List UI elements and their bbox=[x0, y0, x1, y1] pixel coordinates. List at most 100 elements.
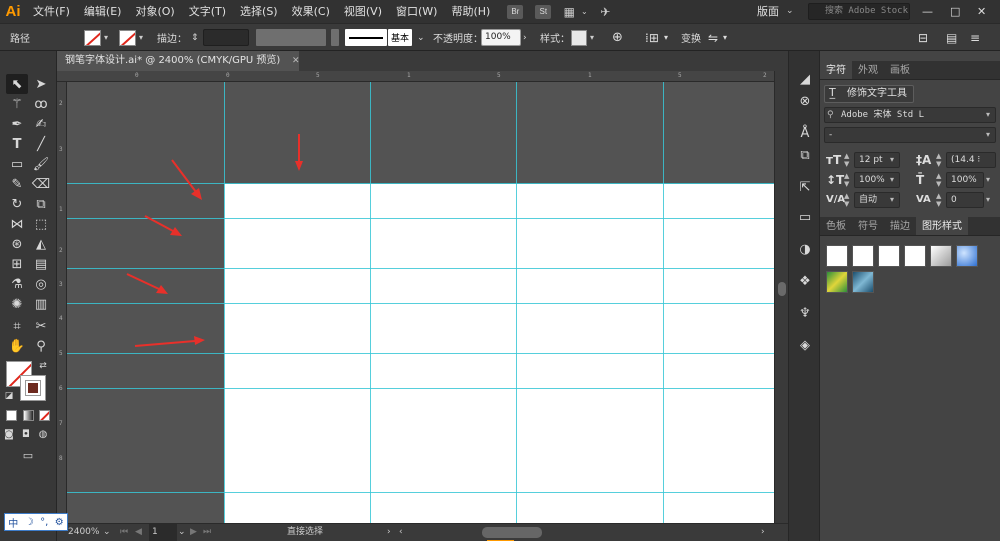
touch-type-tool-button[interactable]: 修饰文字工具 bbox=[824, 85, 914, 103]
stroke-weight-stepper-icon[interactable]: ⇕ bbox=[191, 24, 199, 51]
brushes-icon[interactable]: ♆ bbox=[795, 303, 815, 323]
first-artboard-icon[interactable]: ⏮ bbox=[120, 524, 128, 541]
hand-tool-icon[interactable]: ✋ bbox=[6, 336, 28, 356]
blend-tool-icon[interactable]: ◎ bbox=[30, 274, 52, 294]
graphic-style-green-pattern[interactable] bbox=[826, 271, 848, 293]
graphic-style-stroke[interactable] bbox=[852, 245, 874, 267]
swap-fill-stroke-icon[interactable]: ⇄ bbox=[36, 359, 50, 373]
tab-graphic-styles[interactable]: 图形样式 bbox=[916, 217, 968, 235]
magic-wand-tool-icon[interactable]: ⚚ bbox=[6, 94, 28, 114]
transform-link[interactable]: 变换 bbox=[681, 24, 701, 51]
previous-artboard-icon[interactable]: ◀ bbox=[135, 524, 142, 541]
graphic-style-gray-gradient[interactable] bbox=[930, 245, 952, 267]
artboard-tool-icon[interactable]: ⌗ bbox=[6, 316, 28, 336]
next-artboard-icon[interactable]: ▶ bbox=[190, 524, 197, 541]
leading-stepper[interactable]: ▲ ▼ bbox=[936, 152, 941, 168]
last-artboard-icon[interactable]: ⏭ bbox=[203, 524, 211, 541]
chevron-right-icon[interactable]: › bbox=[387, 524, 391, 541]
appearance-icon[interactable]: ❖ bbox=[795, 271, 815, 291]
font-family-field[interactable]: Adobe 宋体 Std L bbox=[824, 107, 996, 123]
none-mode-icon[interactable] bbox=[39, 410, 50, 421]
column-graph-tool-icon[interactable]: ▥ bbox=[30, 294, 52, 314]
graphic-style-none[interactable] bbox=[904, 245, 926, 267]
rotate-tool-icon[interactable]: ↻ bbox=[6, 194, 28, 214]
transparency-icon[interactable]: ◑ bbox=[795, 239, 815, 259]
chevron-down-icon[interactable]: ⌄ bbox=[579, 0, 589, 23]
chevron-down-icon[interactable]: ▾ bbox=[890, 192, 894, 208]
chevron-down-icon[interactable]: ▾ bbox=[986, 107, 990, 123]
horizontal-scrollbar-thumb[interactable] bbox=[482, 527, 542, 538]
close-icon[interactable]: ✕ bbox=[292, 51, 300, 71]
document-canvas[interactable] bbox=[67, 82, 774, 523]
tab-character[interactable]: 字符 bbox=[820, 61, 852, 79]
layers-icon[interactable]: ◈ bbox=[795, 335, 815, 355]
stroke-color-box[interactable] bbox=[20, 375, 46, 401]
bridge-button[interactable]: Br bbox=[507, 4, 524, 19]
gradient-panel-icon[interactable]: ▭ bbox=[795, 207, 815, 227]
mesh-tool-icon[interactable]: ⊞ bbox=[6, 254, 28, 274]
color-picker-icon[interactable]: ⊗ bbox=[795, 91, 815, 111]
pen-tool-icon[interactable]: ✒ bbox=[6, 114, 28, 134]
horizontal-scale-stepper[interactable]: ▲ ▼ bbox=[936, 172, 941, 188]
color-mode-icon[interactable] bbox=[6, 410, 17, 421]
menu-type[interactable]: 文字(T) bbox=[182, 0, 233, 23]
workspace-switcher[interactable]: 版面 bbox=[757, 0, 779, 23]
horizontal-scale-field[interactable]: 100% bbox=[946, 172, 984, 188]
brush-definition-label[interactable]: 基本 bbox=[388, 29, 413, 46]
font-style-field[interactable]: - bbox=[824, 127, 996, 143]
tracking-stepper[interactable]: ▲ ▼ bbox=[936, 192, 941, 208]
maximize-button[interactable]: □ bbox=[950, 0, 960, 23]
lasso-tool-icon[interactable]: ꝏ bbox=[30, 94, 52, 114]
links-icon[interactable]: ⧉ bbox=[795, 145, 815, 165]
shape-builder-tool-icon[interactable]: ⊛ bbox=[6, 234, 28, 254]
chevron-right-icon[interactable]: › bbox=[523, 24, 527, 51]
panel-options-icon[interactable]: ▤ bbox=[946, 24, 957, 51]
chevron-down-icon[interactable]: ▾ bbox=[890, 172, 894, 188]
stock-search-input[interactable]: 搜索 Adobe Stock bbox=[808, 3, 910, 20]
draw-behind-icon[interactable]: ◘ bbox=[19, 427, 33, 441]
zoom-tool-icon[interactable]: ⚲ bbox=[30, 336, 52, 356]
shaper-tool-icon[interactable]: ✎ bbox=[6, 174, 28, 194]
paintbrush-tool-icon[interactable]: 🖌 bbox=[30, 154, 52, 174]
vertical-scrollbar[interactable] bbox=[774, 71, 788, 523]
tracking-field[interactable]: 0 bbox=[946, 192, 984, 208]
chevron-down-icon[interactable]: ⌄ bbox=[417, 24, 425, 51]
scale-tool-icon[interactable]: ⧉ bbox=[30, 194, 52, 214]
artboard-number-field[interactable]: 1 bbox=[149, 524, 177, 541]
zoom-level-field[interactable]: 2400% bbox=[68, 524, 99, 541]
type-tool-icon[interactable]: T bbox=[6, 134, 28, 154]
kerning-stepper[interactable]: ▲ ▼ bbox=[844, 192, 849, 208]
menu-view[interactable]: 视图(V) bbox=[337, 0, 389, 23]
graphic-style-blue-glow[interactable] bbox=[956, 245, 978, 267]
gradient-tool-icon[interactable]: ▤ bbox=[30, 254, 52, 274]
ime-chinese-mode[interactable]: 中 bbox=[8, 515, 18, 530]
stroke-swatch[interactable]: ▾ bbox=[119, 24, 143, 51]
menu-help[interactable]: 帮助(H) bbox=[444, 0, 497, 23]
menu-object[interactable]: 对象(O) bbox=[128, 0, 181, 23]
type-panel-icon[interactable]: Å bbox=[795, 123, 815, 143]
punctuation-icon[interactable]: °, bbox=[40, 517, 48, 528]
slice-tool-icon[interactable]: ✂ bbox=[30, 316, 52, 336]
line-segment-tool-icon[interactable]: ╱ bbox=[30, 134, 52, 154]
selection-tool-icon[interactable]: ⬉ bbox=[6, 74, 28, 94]
arrange-documents-icon[interactable]: ▦ bbox=[559, 0, 579, 23]
symbol-sprayer-tool-icon[interactable]: ✺ bbox=[6, 294, 28, 314]
variable-width-profile[interactable] bbox=[256, 29, 326, 46]
chevron-down-icon[interactable]: ▾ bbox=[986, 192, 990, 208]
close-button[interactable]: ✕ bbox=[977, 0, 986, 23]
chevron-down-icon[interactable]: ▾ bbox=[986, 127, 990, 143]
chevron-right-icon[interactable]: › bbox=[761, 524, 765, 541]
chevron-down-icon[interactable]: ⌄ bbox=[103, 524, 111, 541]
tab-stroke[interactable]: 描边 bbox=[884, 217, 916, 235]
gpu-performance-icon[interactable]: ✈ bbox=[595, 0, 615, 23]
direct-selection-tool-icon[interactable]: ➤ bbox=[30, 74, 52, 94]
stroke-weight-field[interactable] bbox=[203, 29, 249, 46]
width-tool-icon[interactable]: ⋈ bbox=[6, 214, 28, 234]
menu-effect[interactable]: 效果(C) bbox=[285, 0, 337, 23]
tab-appearance[interactable]: 外观 bbox=[852, 61, 884, 79]
chevron-down-icon[interactable]: ▾ bbox=[890, 152, 894, 168]
control-menu-icon[interactable]: ≡ bbox=[970, 24, 980, 51]
graphic-style-white[interactable] bbox=[878, 245, 900, 267]
menu-select[interactable]: 选择(S) bbox=[233, 0, 285, 23]
vertical-ruler[interactable]: 2 3 1 2 3 4 5 6 7 8 bbox=[57, 82, 67, 523]
